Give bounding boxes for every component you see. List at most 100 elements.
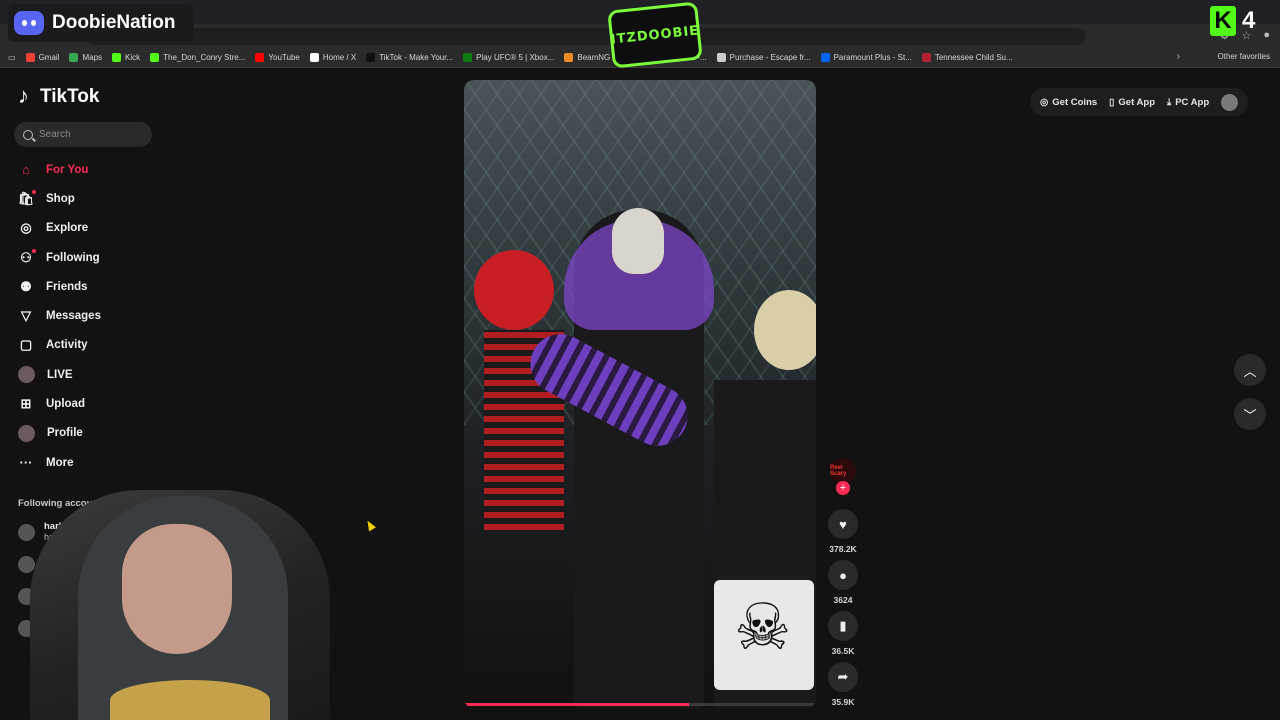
sidebar-item-upload[interactable]: ⊞ Upload <box>18 389 158 418</box>
bookmark-label: Tennessee Child Su... <box>934 53 1013 62</box>
bookmark-icon[interactable]: ▮ <box>828 611 858 641</box>
bookmark-label: Paramount Plus - St... <box>833 53 912 62</box>
download-icon: ⤓ <box>1167 96 1172 108</box>
activity-icon: ▢ <box>19 337 33 353</box>
next-video-button[interactable]: ﹀ <box>1234 398 1266 430</box>
previous-video-button[interactable]: ︿ <box>1234 354 1266 386</box>
bookmark-label: The_Don_Conry Stre... <box>163 53 246 62</box>
bookmark-favicon-icon <box>255 53 265 62</box>
upload-icon: ⊞ <box>20 396 32 412</box>
search-input[interactable]: Search <box>14 122 152 147</box>
sidebar-item-more[interactable]: ··· More <box>18 448 158 477</box>
bookmark-item[interactable]: Tennessee Child Su... <box>921 53 1013 62</box>
bookmark-item[interactable]: BeamNG <box>564 53 610 62</box>
get-coins-button[interactable]: ◎ Get Coins <box>1040 97 1097 108</box>
chevron-right-icon[interactable]: › <box>1177 51 1180 62</box>
comment-icon[interactable]: ● <box>828 560 858 590</box>
sidebar-item-messages[interactable]: ▽ Messages <box>18 301 158 330</box>
sidebar-item-label: LIVE <box>47 368 73 381</box>
home-icon: ⌂ <box>22 162 30 178</box>
bookmark-item[interactable]: Home / X <box>309 53 357 62</box>
sidebar-item-profile[interactable]: Profile <box>18 419 158 448</box>
bookmark-label: Kick <box>125 53 141 62</box>
bookmark-item[interactable]: TikTok - Make Your... <box>366 53 453 62</box>
discord-channel-name: DoobieNation <box>52 12 176 33</box>
sidebar-item-label: Explore <box>46 222 89 235</box>
bookmark-count: 36.5K <box>831 646 855 656</box>
like-icon[interactable]: ♥ <box>828 509 858 539</box>
profile-icon <box>18 424 35 442</box>
sidebar-item-explore[interactable]: ◎ Explore <box>18 214 158 243</box>
pc-app-button[interactable]: ⤓ PC App <box>1167 97 1209 108</box>
avatar <box>18 555 35 573</box>
sidebar-item-label: More <box>46 456 74 469</box>
comment-count: 3624 <box>833 595 853 605</box>
phone-icon: ▯ <box>1109 96 1115 108</box>
follow-creator-button[interactable]: + <box>836 481 850 495</box>
messages-icon: ▽ <box>21 308 31 324</box>
video-clown-white <box>754 290 816 370</box>
bookmark-favicon-icon <box>366 53 376 62</box>
bookmark-favicon-icon <box>463 53 473 62</box>
sidebar-item-friends[interactable]: ⚉ Friends <box>18 272 158 301</box>
sidebar-item-label: Shop <box>46 192 75 205</box>
chevron-up-icon: ︿ <box>1243 363 1257 379</box>
sidebar-item-live[interactable]: LIVE <box>18 360 158 389</box>
bookmark-item[interactable]: The_Don_Conry Stre... <box>150 53 245 62</box>
discord-overlay: DoobieNation <box>8 4 194 42</box>
user-avatar[interactable] <box>1221 93 1239 111</box>
bookmark-item[interactable]: YouTube <box>255 53 300 62</box>
bookmark-favicon-icon <box>150 53 160 62</box>
following-icon: ⚇ <box>18 248 36 266</box>
sidebar-item-for-you[interactable]: ⌂ For You <box>18 155 158 184</box>
sidebar-item-label: Upload <box>46 398 85 411</box>
bookmarks-menu-icon[interactable]: ▭ <box>8 53 16 62</box>
video-skull-flag <box>714 580 814 690</box>
bookmark-favicon-icon <box>69 53 79 62</box>
share-icon[interactable]: ➦ <box>828 662 858 692</box>
video-skull-mask <box>612 208 664 274</box>
other-favorites[interactable]: Other favorites <box>1218 52 1270 61</box>
search-icon <box>23 129 33 140</box>
chevron-down-icon: ﹀ <box>1243 407 1257 423</box>
bookmark-action: ▮ 36.5K <box>828 611 858 656</box>
get-app-button[interactable]: ▯ Get App <box>1109 97 1155 108</box>
bookmark-item[interactable]: Paramount Plus - St... <box>820 53 912 62</box>
top-right-actions: ◎ Get Coins ▯ Get App ⤓ PC App <box>1030 88 1249 116</box>
stream-logo: ITZDOOBIE <box>607 1 703 69</box>
bookmark-favicon-icon <box>25 53 35 62</box>
bookmark-label: YouTube <box>268 53 300 62</box>
sidebar-item-label: Activity <box>46 339 88 352</box>
bookmark-label: Maps <box>82 53 103 62</box>
shop-icon: 🛍 <box>17 189 36 206</box>
sidebar-item-activity[interactable]: ▢ Activity <box>18 331 158 360</box>
like-action: ♥ 378.2K <box>828 509 858 554</box>
bookmark-item[interactable]: Gmail <box>25 53 59 62</box>
sidebar-nav: ⌂ For You 🛍 Shop ◎ Explore ⚇ Following ⚉ Friends ▽… <box>18 155 158 477</box>
sidebar-item-label: For You <box>46 163 89 176</box>
url-field[interactable]: https://www.tiktok.com <box>86 28 1086 45</box>
webcam-face <box>122 524 232 654</box>
bookmark-label: Purchase - Escape fr... <box>729 53 811 62</box>
bookmark-favicon-icon <box>112 53 122 62</box>
pc-app-label: PC App <box>1175 96 1210 108</box>
video-actions: Reel Scary + ♥ 378.2K ● 3624 ▮ 36.5K ➦ 35.9K <box>824 458 862 713</box>
kick-icon: K <box>1210 6 1236 36</box>
bookmark-item[interactable]: Play UFC® 5 | Xbox... <box>463 53 554 62</box>
webcam-overlay <box>30 490 330 720</box>
bookmark-item[interactable]: Purchase - Escape fr... <box>716 53 811 62</box>
bookmark-label: TikTok - Make Your... <box>379 53 454 62</box>
sidebar-item-shop[interactable]: 🛍 Shop <box>18 184 158 213</box>
bookmark-label: Home / X <box>322 53 357 62</box>
bookmark-item[interactable]: Kick <box>112 53 140 62</box>
bookmark-favicon-icon <box>921 53 931 62</box>
video-player[interactable] <box>464 80 816 708</box>
tiktok-logo[interactable]: TikTok <box>18 83 99 109</box>
video-clown-red <box>474 250 554 330</box>
video-progress-bar[interactable] <box>464 703 816 706</box>
action-list: ♥ 378.2K ● 3624 ▮ 36.5K ➦ 35.9K <box>828 509 858 713</box>
bookmark-favicon-icon <box>309 53 319 62</box>
sidebar-item-following[interactable]: ⚇ Following <box>18 243 158 272</box>
bookmark-item[interactable]: Maps <box>69 53 102 62</box>
coin-icon: ◎ <box>1040 96 1049 108</box>
